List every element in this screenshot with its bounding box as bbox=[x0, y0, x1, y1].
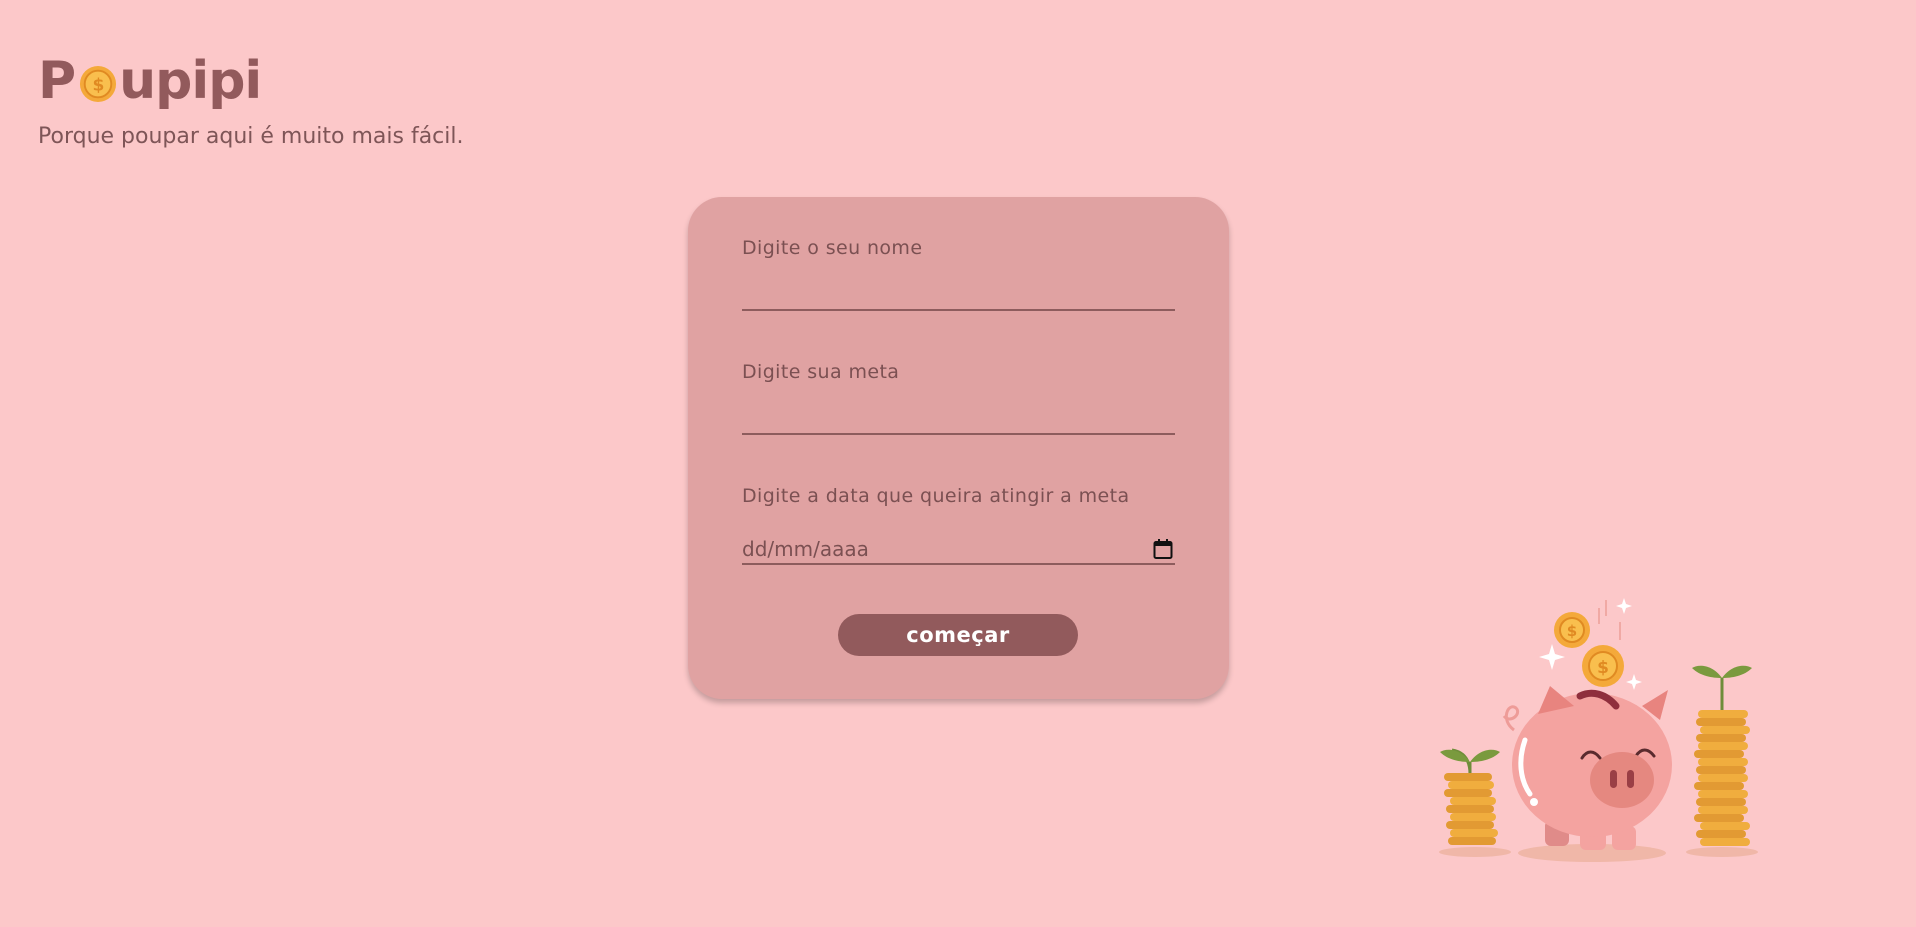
name-field: Digite o seu nome bbox=[742, 237, 1175, 311]
start-button[interactable]: começar bbox=[838, 614, 1078, 656]
calendar-icon[interactable] bbox=[1153, 538, 1173, 560]
header: P $ upipi Porque poupar aqui é muito mai… bbox=[38, 50, 464, 149]
falling-coin-lower: $ bbox=[1582, 645, 1624, 687]
ground-shadow-left bbox=[1439, 847, 1511, 857]
piggy-bank bbox=[1502, 686, 1672, 850]
tagline: Porque poupar aqui é muito mais fácil. bbox=[38, 124, 464, 149]
sparkle-icon bbox=[1539, 644, 1565, 670]
falling-coin-upper: $ bbox=[1554, 612, 1590, 648]
coin-stack-left bbox=[1440, 748, 1500, 845]
logo: P $ upipi bbox=[38, 50, 464, 112]
dollar-coin-icon: $ bbox=[80, 65, 117, 103]
name-label: Digite o seu nome bbox=[742, 237, 923, 259]
goal-label: Digite sua meta bbox=[742, 361, 900, 383]
svg-text:$: $ bbox=[93, 76, 104, 96]
sparkle-icon bbox=[1616, 598, 1632, 614]
logo-text: upipi bbox=[119, 51, 262, 111]
svg-text:$: $ bbox=[1567, 622, 1577, 640]
date-placeholder: dd/mm/aaaa bbox=[742, 537, 869, 561]
ground-shadow-right bbox=[1686, 847, 1758, 857]
date-field: Digite a data que queira atingir a meta … bbox=[742, 485, 1175, 565]
piggy-bank-illustration: $ $ bbox=[1439, 598, 1758, 862]
logo-letter-p: P bbox=[38, 51, 76, 111]
goal-field: Digite sua meta bbox=[742, 361, 1175, 435]
name-input[interactable] bbox=[742, 271, 1175, 311]
sparkle-icon bbox=[1626, 674, 1642, 690]
date-label: Digite a data que queira atingir a meta bbox=[742, 485, 1130, 507]
coin-stack-right bbox=[1692, 665, 1752, 846]
goal-form-card: Digite o seu nome Digite sua meta Digite… bbox=[688, 197, 1229, 699]
date-input[interactable]: dd/mm/aaaa bbox=[742, 535, 1175, 565]
goal-input[interactable] bbox=[742, 395, 1175, 435]
svg-text:$: $ bbox=[1597, 658, 1609, 678]
